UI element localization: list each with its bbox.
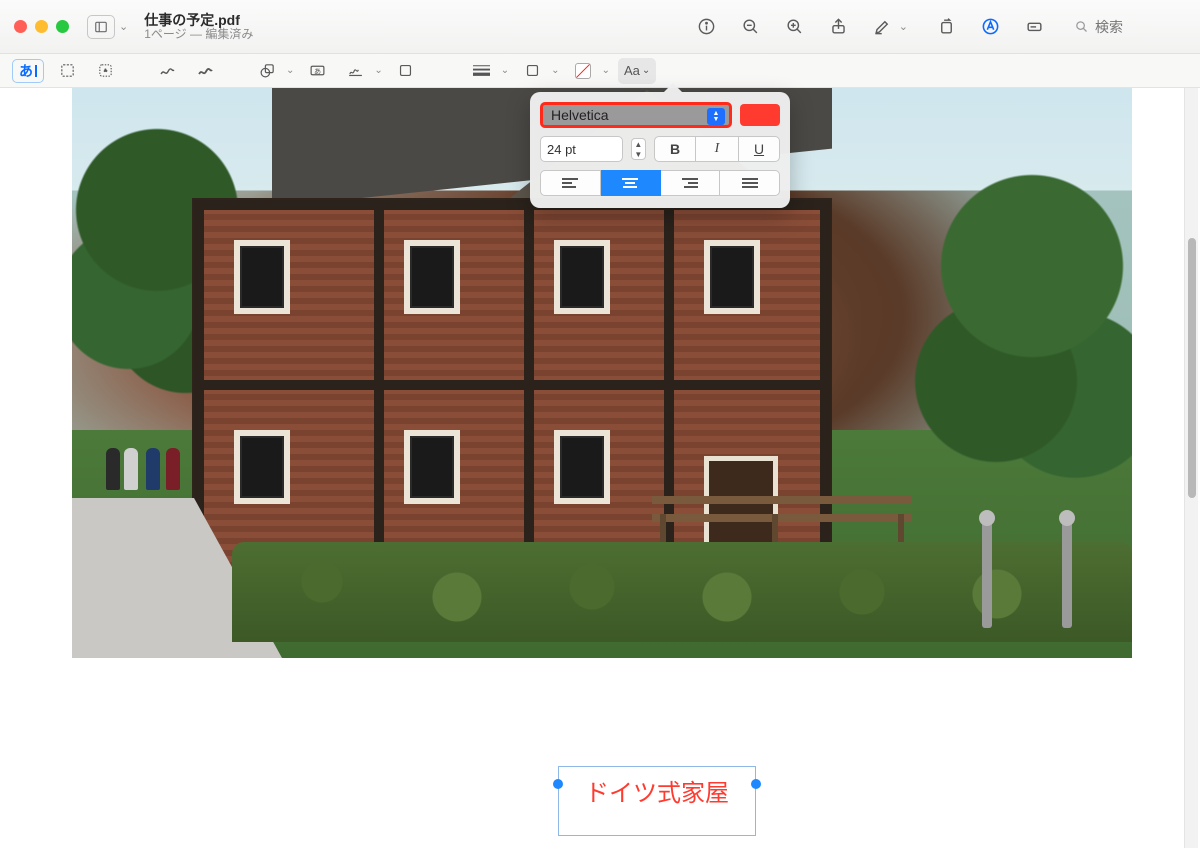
search-icon	[1074, 19, 1089, 34]
text-color-button[interactable]	[740, 104, 780, 126]
redact-button[interactable]	[1016, 12, 1052, 42]
document-subtitle: 1ページ — 編集済み	[144, 28, 253, 42]
document-filename: 仕事の予定.pdf	[144, 12, 253, 28]
shapes-button[interactable]	[252, 58, 282, 84]
border-color-button[interactable]	[517, 58, 547, 84]
textbox-button[interactable]: あ	[302, 58, 332, 84]
italic-button[interactable]: I	[696, 136, 738, 162]
font-family-value: Helvetica	[551, 107, 609, 123]
text-style-popover: Helvetica ▲▼ 24 pt ▲▼ B I U	[530, 92, 790, 208]
vertical-scrollbar[interactable]	[1184, 88, 1198, 848]
window-controls	[14, 20, 69, 33]
share-button[interactable]	[821, 12, 857, 42]
align-justify-button[interactable]	[720, 170, 780, 196]
highlight-button[interactable]	[865, 12, 901, 42]
text-annotation[interactable]: ドイツ式家屋	[558, 766, 756, 836]
fill-chevron-icon[interactable]: ⌄	[602, 65, 610, 76]
zoom-out-button[interactable]	[733, 12, 769, 42]
font-family-select[interactable]: Helvetica ▲▼	[540, 102, 732, 128]
note-button[interactable]	[391, 58, 421, 84]
maximize-window-button[interactable]	[56, 20, 69, 33]
sidebar-toggle-button[interactable]	[87, 15, 115, 39]
align-right-button[interactable]	[661, 170, 721, 196]
search-input[interactable]	[1095, 19, 1165, 35]
scrollbar-thumb[interactable]	[1188, 238, 1196, 498]
cursor-icon	[35, 65, 37, 77]
resize-handle-left[interactable]	[553, 779, 563, 789]
highlight-chevron-icon[interactable]: ⌄	[899, 20, 908, 33]
sign-chevron-icon[interactable]: ⌄	[374, 65, 382, 76]
draw-button[interactable]	[190, 58, 220, 84]
lasso-select-button[interactable]	[90, 58, 120, 84]
sketch-button[interactable]	[152, 58, 182, 84]
align-left-button[interactable]	[540, 170, 601, 196]
sidebar-menu-chevron-icon[interactable]: ⌄	[119, 20, 128, 33]
dropdown-icon: ▲▼	[707, 108, 725, 125]
font-size-value: 24 pt	[547, 142, 576, 157]
text-style-button[interactable]: Aa ⌄	[618, 58, 656, 84]
border-chevron-icon[interactable]: ⌄	[551, 65, 559, 76]
fill-color-button[interactable]	[568, 58, 598, 84]
svg-text:あ: あ	[314, 67, 321, 75]
close-window-button[interactable]	[14, 20, 27, 33]
align-center-button[interactable]	[601, 170, 661, 196]
stroke-width-button[interactable]	[467, 58, 497, 84]
people-decor	[102, 448, 222, 528]
align-justify-icon	[742, 178, 758, 188]
text-tool-label: あ	[19, 61, 33, 81]
markup-button[interactable]	[972, 12, 1008, 42]
bench-decor	[652, 488, 912, 548]
minimize-window-button[interactable]	[35, 20, 48, 33]
align-right-icon	[682, 178, 698, 188]
rect-select-button[interactable]	[52, 58, 82, 84]
fill-swatch-icon	[575, 63, 591, 79]
markup-toolbar: あ ⌄ あ ⌄ ⌄ ⌄ ⌄ Aa ⌄	[0, 54, 1200, 88]
resize-handle-right[interactable]	[751, 779, 761, 789]
annotation-text: ドイツ式家屋	[585, 773, 729, 808]
align-left-icon	[562, 178, 578, 188]
align-center-icon	[622, 178, 638, 188]
underline-button[interactable]: U	[738, 136, 780, 162]
font-size-field[interactable]: 24 pt	[540, 136, 623, 162]
aa-label: Aa	[624, 63, 640, 78]
window-titlebar: ⌄ 仕事の予定.pdf 1ページ — 編集済み ⌄	[0, 0, 1200, 54]
shapes-chevron-icon[interactable]: ⌄	[286, 65, 294, 76]
zoom-in-button[interactable]	[777, 12, 813, 42]
stroke-chevron-icon[interactable]: ⌄	[501, 65, 509, 76]
font-size-stepper[interactable]: ▲▼	[631, 138, 646, 160]
document-title-block: 仕事の予定.pdf 1ページ — 編集済み	[144, 12, 253, 42]
info-button[interactable]	[689, 12, 725, 42]
sign-button[interactable]	[340, 58, 370, 84]
fence-decor	[972, 518, 1122, 638]
rotate-button[interactable]	[928, 12, 964, 42]
bold-button[interactable]: B	[654, 136, 696, 162]
text-tool-button[interactable]: あ	[12, 59, 44, 83]
search-field[interactable]	[1066, 15, 1186, 39]
